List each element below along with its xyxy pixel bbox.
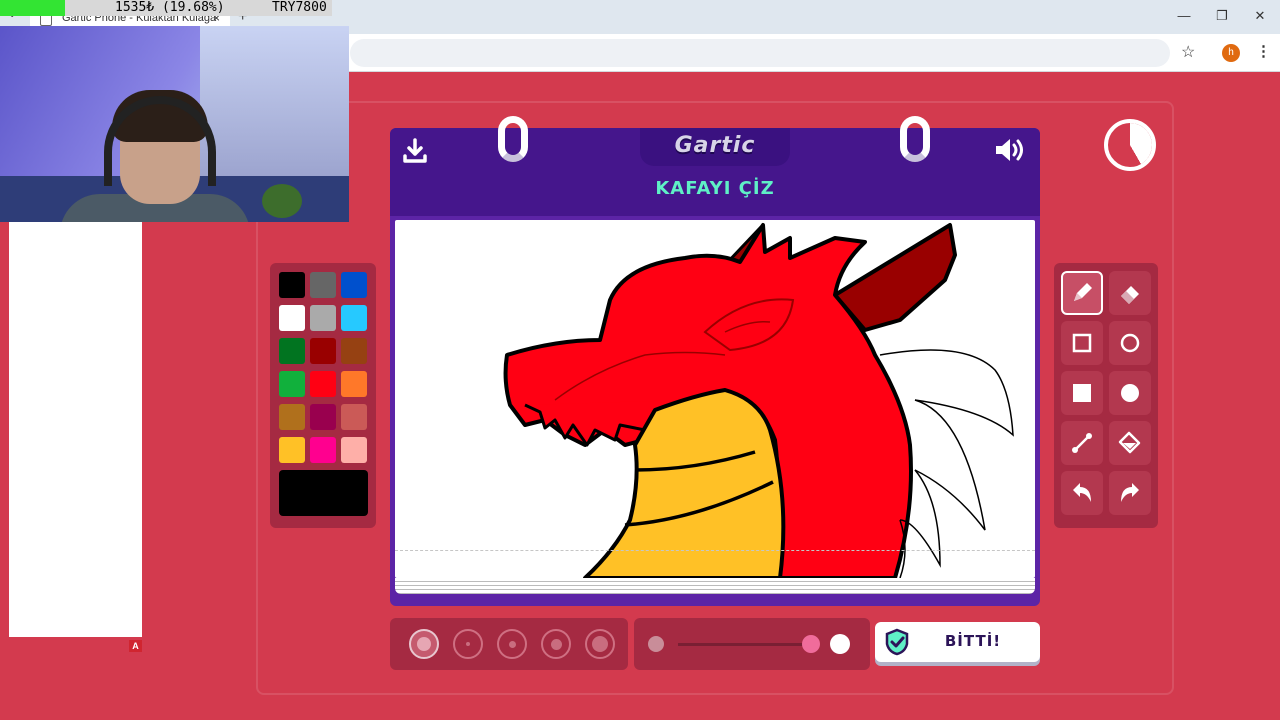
webcam-feed [0, 26, 349, 222]
filled-ellipse-icon [1121, 384, 1139, 402]
color-swatch[interactable] [279, 371, 305, 397]
eraser-tool[interactable] [1109, 271, 1151, 315]
notebook-ring-left [498, 116, 528, 162]
done-button-label: BİTTİ! [944, 632, 1002, 650]
overlay-badge: A [129, 640, 142, 652]
redo-icon [1121, 483, 1139, 502]
line-icon [1072, 433, 1092, 453]
line-tool[interactable] [1061, 421, 1103, 465]
url-input[interactable] [350, 39, 1170, 67]
notebook-header: Gartic KAFAYI ÇİZ [390, 128, 1040, 216]
drawing-canvas[interactable] [395, 220, 1035, 578]
fill-bucket-icon [1118, 431, 1141, 454]
rectangle-tool[interactable] [1061, 321, 1103, 365]
color-swatch[interactable] [310, 305, 336, 331]
undo-icon [1073, 483, 1091, 502]
color-swatch[interactable] [341, 437, 367, 463]
webcam-plant [262, 184, 302, 218]
contrast-icon [1108, 123, 1152, 167]
color-swatch[interactable] [279, 272, 305, 298]
brush-size-dot [466, 642, 470, 646]
brush-size-1[interactable] [409, 629, 439, 659]
bookmark-star-icon[interactable]: ☆ [1181, 42, 1195, 62]
color-palette [270, 263, 376, 528]
done-button[interactable]: BİTTİ! [875, 622, 1040, 662]
opacity-slider [634, 618, 870, 670]
color-swatch[interactable] [341, 305, 367, 331]
brush-size-3[interactable] [497, 629, 527, 659]
stream-side-panel [9, 222, 142, 637]
color-swatch[interactable] [341, 404, 367, 430]
stream-progress-fill [0, 0, 65, 16]
current-color [279, 470, 368, 516]
fill-bucket-tool[interactable] [1109, 421, 1151, 465]
redo-tool[interactable] [1109, 471, 1151, 515]
color-swatch[interactable] [310, 338, 336, 364]
dragon-frill-2 [914, 399, 986, 531]
canvas-guide-line [395, 550, 1035, 551]
opacity-min-icon [648, 636, 664, 652]
pencil-tool[interactable] [1061, 271, 1103, 315]
brush-size-dot [508, 640, 516, 648]
brush-size-dot [550, 638, 562, 650]
window-close-button[interactable]: ✕ [1250, 8, 1270, 24]
color-swatch[interactable] [341, 338, 367, 364]
stream-stats-bar: 1535₺ (19.68%) TRY7800 [0, 0, 332, 16]
color-swatch[interactable] [310, 437, 336, 463]
filled-ellipse-tool[interactable] [1109, 371, 1151, 415]
rectangle-icon [1072, 333, 1092, 353]
checkmark-icon [885, 628, 909, 656]
drawing-notebook: Gartic KAFAYI ÇİZ [390, 116, 1040, 606]
logo-tab: Gartic [640, 128, 790, 166]
stream-stat-donation: 1535₺ (19.68%) [115, 0, 225, 15]
pencil-icon [1074, 283, 1092, 301]
brush-size-2[interactable] [453, 629, 483, 659]
undo-tool[interactable] [1061, 471, 1103, 515]
color-swatch[interactable] [279, 305, 305, 331]
brush-size-5[interactable] [585, 629, 615, 659]
color-swatch[interactable] [279, 437, 305, 463]
filled-rectangle-icon [1073, 384, 1091, 402]
brush-size-4[interactable] [541, 629, 571, 659]
ellipse-tool[interactable] [1109, 321, 1151, 365]
color-swatch[interactable] [310, 272, 336, 298]
color-swatch[interactable] [341, 371, 367, 397]
notebook-pages [395, 578, 1035, 594]
dragon-drawing [503, 223, 1014, 578]
game-logo: Gartic [674, 133, 756, 158]
color-swatch[interactable] [341, 272, 367, 298]
browser-menu-icon[interactable]: ⋮ [1256, 42, 1271, 60]
theme-toggle-button[interactable] [1104, 119, 1156, 171]
brush-size-dot [417, 637, 431, 651]
filled-rectangle-tool[interactable] [1061, 371, 1103, 415]
sound-icon[interactable] [994, 136, 1028, 164]
drawing-prompt: KAFAYI ÇİZ [655, 178, 775, 199]
opacity-thumb[interactable] [802, 635, 820, 653]
restore-button[interactable]: ❐ [1212, 8, 1232, 24]
color-swatch[interactable] [310, 371, 336, 397]
color-swatch[interactable] [279, 404, 305, 430]
profile-avatar[interactable]: h [1222, 44, 1240, 62]
brush-size-dot [592, 636, 608, 652]
color-swatch[interactable] [279, 338, 305, 364]
opacity-track[interactable] [678, 643, 818, 646]
stream-stat-goal: TRY7800 [272, 0, 327, 15]
minimize-button[interactable]: — [1174, 8, 1194, 23]
tool-panel [1054, 263, 1158, 528]
brush-size-selector [390, 618, 628, 670]
eraser-icon [1121, 286, 1139, 304]
opacity-max-icon [830, 634, 850, 654]
download-icon[interactable] [402, 138, 428, 164]
notebook-ring-right [900, 116, 930, 162]
color-swatch[interactable] [310, 404, 336, 430]
ellipse-icon [1120, 333, 1140, 353]
